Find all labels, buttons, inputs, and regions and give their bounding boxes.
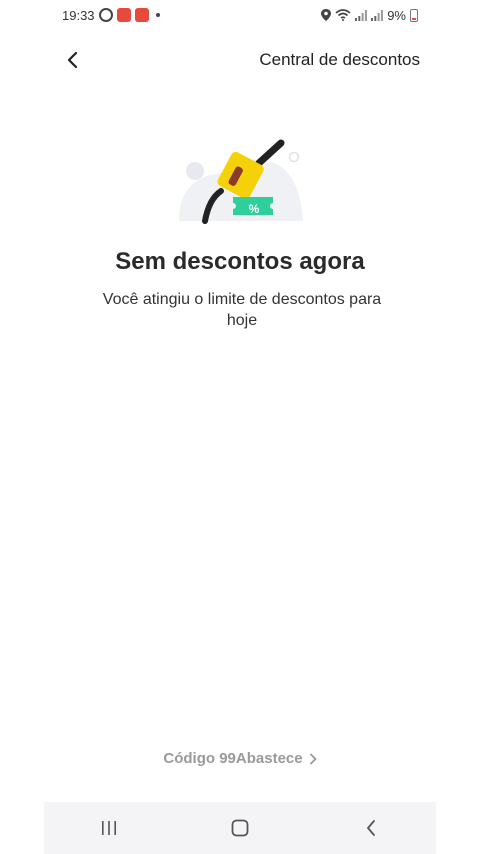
home-button[interactable] bbox=[220, 808, 260, 848]
back-icon bbox=[366, 820, 375, 836]
system-nav-bar bbox=[44, 802, 436, 854]
battery-icon bbox=[410, 8, 418, 22]
chevron-right-icon bbox=[309, 753, 317, 764]
notification-dot-icon bbox=[155, 13, 160, 17]
status-right: 9% bbox=[321, 8, 418, 23]
status-bar: 19:33 9% bbox=[0, 0, 480, 30]
app-badge-icon-2 bbox=[134, 8, 149, 22]
app-badge-icon bbox=[116, 8, 131, 22]
recent-apps-button[interactable] bbox=[89, 808, 129, 848]
code-99abastece-link[interactable]: Código 99Abastece bbox=[0, 750, 480, 767]
signal-icon bbox=[355, 9, 368, 21]
discount-badge-text: % bbox=[249, 202, 260, 216]
back-nav-button[interactable] bbox=[351, 808, 391, 848]
code-link-label: Código 99Abastece bbox=[163, 750, 303, 767]
page-title: Central de descontos bbox=[259, 50, 420, 69]
chevron-left-icon bbox=[67, 51, 78, 69]
status-time: 19:33 bbox=[62, 7, 95, 23]
home-icon bbox=[231, 819, 249, 837]
empty-state-description: Você atingiu o limite de descontos para … bbox=[102, 291, 382, 329]
empty-state-title: Sem descontos agora bbox=[115, 248, 365, 275]
location-icon bbox=[321, 9, 332, 21]
recent-apps-icon bbox=[102, 821, 117, 835]
wifi-icon bbox=[335, 9, 351, 21]
fuel-nozzle-discount-icon: % bbox=[175, 135, 307, 227]
whatsapp-icon bbox=[98, 8, 113, 22]
status-left: 19:33 bbox=[62, 8, 160, 23]
screen: 19:33 9% Central de descontos % Sem desc… bbox=[0, 0, 480, 854]
signal-icon-2 bbox=[371, 9, 384, 21]
header: Central de descontos bbox=[0, 38, 480, 82]
back-button[interactable] bbox=[58, 46, 86, 74]
battery-percent: 9% bbox=[387, 7, 406, 23]
